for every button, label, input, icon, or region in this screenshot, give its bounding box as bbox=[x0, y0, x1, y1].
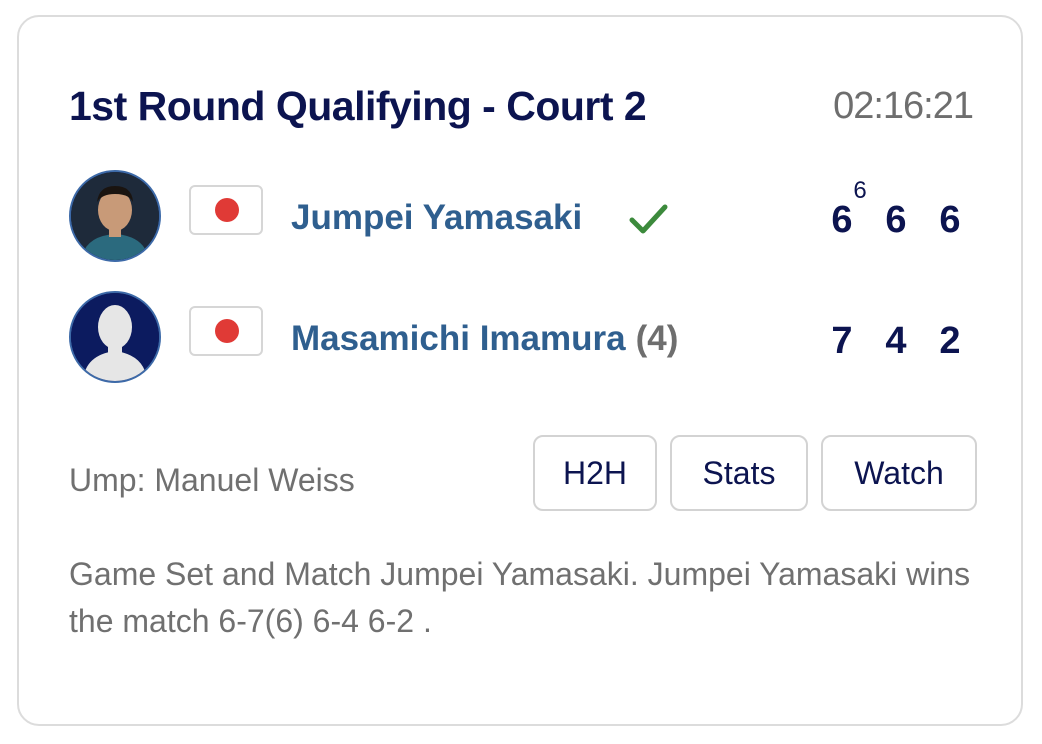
match-duration: 02:16:21 bbox=[833, 85, 974, 127]
player-2-avatar[interactable] bbox=[69, 291, 161, 383]
match-title: 1st Round Qualifying - Court 2 bbox=[69, 83, 647, 129]
match-summary: Game Set and Match Jumpei Yamasaki. Jump… bbox=[69, 556, 971, 639]
player-2-name[interactable]: Masamichi Imamura bbox=[291, 319, 626, 358]
japan-flag-icon bbox=[215, 319, 239, 343]
umpire-label: Ump: Manuel Weiss bbox=[69, 462, 355, 498]
player-2-flag bbox=[189, 306, 263, 356]
player-1-name[interactable]: Jumpei Yamasaki bbox=[291, 198, 582, 238]
player-2-set-1-score: 7 bbox=[831, 320, 853, 362]
stats-button[interactable]: Stats bbox=[670, 435, 808, 511]
player-1-set-3-score: 6 bbox=[939, 199, 961, 241]
winner-check-icon bbox=[629, 204, 668, 234]
h2h-button[interactable]: H2H bbox=[533, 435, 657, 511]
player-1-avatar[interactable] bbox=[69, 170, 161, 262]
default-avatar-icon bbox=[71, 293, 159, 381]
player-2-set-3-score: 2 bbox=[939, 320, 961, 362]
watch-button[interactable]: Watch bbox=[821, 435, 977, 511]
player-1-flag bbox=[189, 185, 263, 235]
player-2-name-row: Masamichi Imamura (4) bbox=[291, 319, 678, 359]
japan-flag-icon bbox=[215, 198, 239, 222]
player-1-set-1-tiebreak: 6 bbox=[853, 177, 867, 204]
match-card: 1st Round Qualifying - Court 2 02:16:21 … bbox=[17, 15, 1023, 726]
player-2-seed: (4) bbox=[635, 319, 679, 358]
player-photo-icon bbox=[71, 172, 159, 260]
player-1-set-1-score: 6 bbox=[831, 199, 853, 241]
player-1-set-2-score: 6 bbox=[885, 199, 907, 241]
player-2-set-2-score: 4 bbox=[885, 320, 907, 362]
